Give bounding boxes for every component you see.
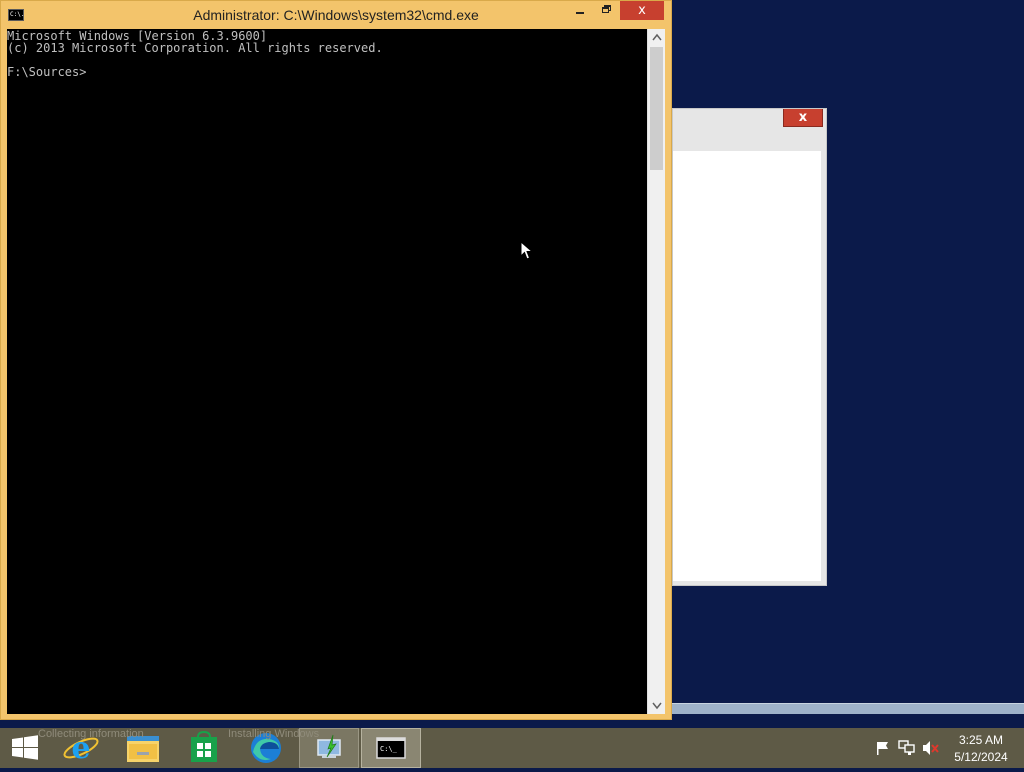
clock-date: 5/12/2024 [954,750,1008,764]
scroll-thumb[interactable] [650,47,663,170]
console-prompt: F:\Sources> [7,65,87,79]
tray-volume[interactable] [921,728,941,768]
tray-network[interactable] [897,728,917,768]
mouse-cursor-icon [520,241,534,260]
minimize-button[interactable] [567,1,593,20]
clock-time: 3:25 AM [958,733,1004,747]
setup-close-button[interactable]: x [783,109,823,127]
restore-button[interactable] [593,1,619,20]
setup-content-area [673,151,821,581]
volume-muted-icon [923,741,939,755]
taskbar-windows-store[interactable] [174,728,234,768]
console-output[interactable]: Microsoft Windows [Version 6.3.9600] (c)… [7,29,647,714]
setup-progress-strip [672,703,1024,714]
scroll-up-arrow-icon[interactable] [648,29,665,46]
vertical-scrollbar[interactable] [647,29,665,714]
console-line: (c) 2013 Microsoft Corporation. All righ… [7,41,383,55]
flag-icon [877,742,888,755]
scroll-down-arrow-icon[interactable] [648,697,665,714]
cmd-titlebar[interactable]: C:\. Administrator: C:\Windows\system32\… [1,1,671,29]
ghost-text-collecting: Collecting information [38,728,144,740]
network-icon [898,740,915,755]
cmd-window[interactable]: C:\. Administrator: C:\Windows\system32\… [0,0,672,720]
tray-flag[interactable] [874,728,892,768]
ghost-text-installing: Installing Windows [228,728,320,740]
taskbar-command-prompt[interactable]: C:\_ [361,728,421,768]
cmd-icon: C:\_ [376,737,406,759]
windows-setup-window[interactable]: x [672,108,827,586]
taskbar: e C:\_ 3:25 AM 5/12/2024 [0,728,1024,768]
store-icon [191,730,217,762]
system-clock[interactable]: 3:25 AM 5/12/2024 [946,732,1016,766]
close-button[interactable]: x [620,1,664,20]
svg-text:C:\_: C:\_ [380,745,398,753]
